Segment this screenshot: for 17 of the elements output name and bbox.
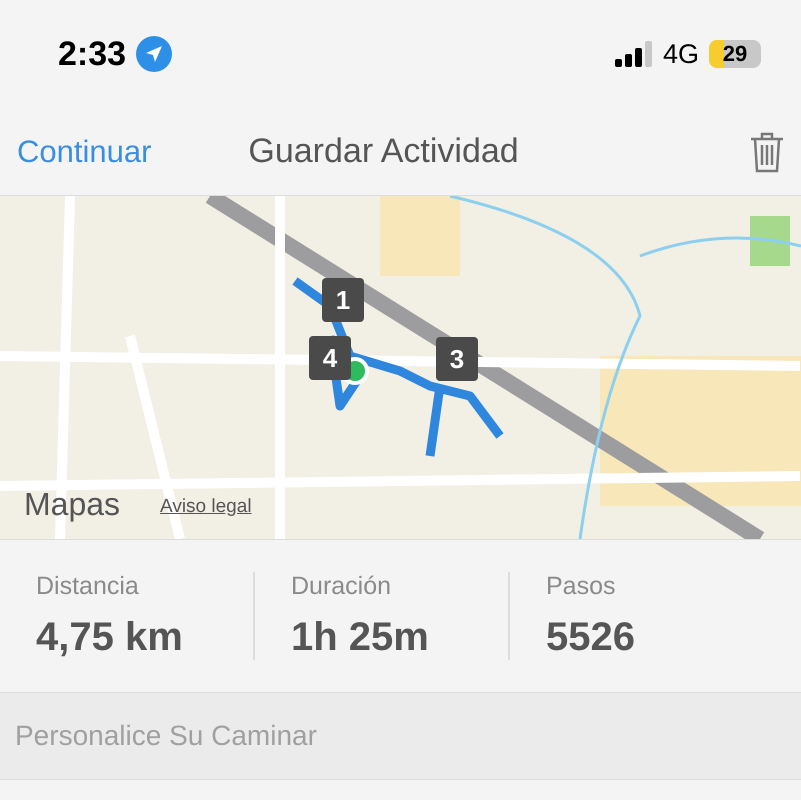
stat-label: Distancia — [36, 572, 140, 601]
stat-value: 5526 — [546, 615, 636, 660]
network-type: 4G — [662, 38, 699, 70]
signal-icon — [614, 41, 653, 67]
route-marker: 4 — [309, 336, 351, 380]
maps-brand: Mapas — [24, 486, 120, 523]
trash-icon[interactable] — [749, 130, 785, 172]
legal-link[interactable]: Aviso legal — [160, 496, 252, 518]
section-title: Personalice Su Caminar — [15, 720, 317, 752]
stat-label: Pasos — [546, 572, 616, 601]
status-time: 2:33 — [58, 34, 126, 74]
route-marker: 1 — [322, 278, 364, 322]
stat-value: 4,75 km — [36, 615, 184, 660]
stat-value: 1h 25m — [291, 615, 430, 660]
screen-title: Guardar Actividad — [248, 132, 520, 171]
stat-label: Duración — [291, 572, 392, 601]
route-marker: 3 — [436, 337, 478, 381]
